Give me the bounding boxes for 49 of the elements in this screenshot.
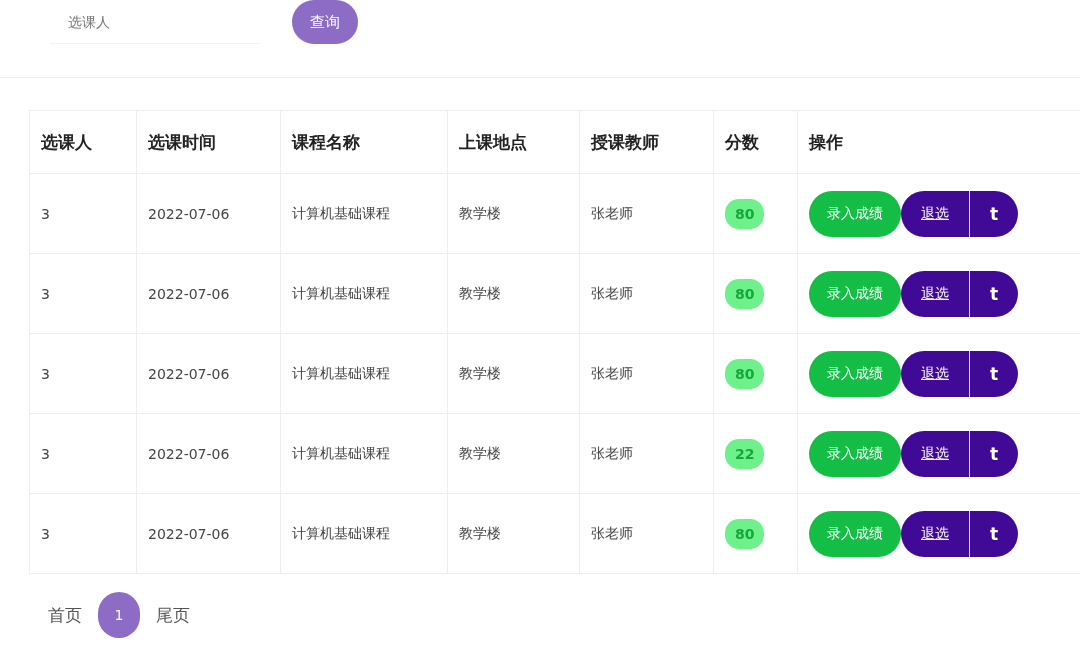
table-cell: 计算机基础课程: [280, 333, 448, 414]
table-cell: 2022-07-06: [136, 253, 281, 334]
score-badge: 80: [725, 278, 765, 309]
table-cell: 教学楼: [447, 173, 580, 254]
table-cell: 张老师: [579, 333, 714, 414]
score-badge: 22: [725, 438, 765, 469]
table-cell: 张老师: [579, 173, 714, 254]
t-button[interactable]: t: [969, 270, 1019, 317]
table-cell: 2022-07-06: [136, 333, 281, 414]
column-header: 选课人: [29, 110, 137, 174]
table-cell: 3: [29, 413, 137, 494]
table-cell: 计算机基础课程: [280, 253, 448, 334]
drop-course-button[interactable]: 退选: [901, 350, 969, 397]
column-header: 操作: [797, 110, 1080, 174]
table-cell: 张老师: [579, 413, 714, 494]
t-button[interactable]: t: [969, 430, 1019, 477]
score-badge: 80: [725, 198, 765, 229]
t-button[interactable]: t: [969, 350, 1019, 397]
column-header: 授课教师: [579, 110, 714, 174]
score-badge: 80: [725, 518, 765, 549]
drop-course-button[interactable]: 退选: [901, 510, 969, 557]
table-cell: 张老师: [579, 493, 714, 574]
search-button[interactable]: 查询: [292, 0, 358, 44]
column-header: 上课地点: [447, 110, 580, 174]
table-cell: 3: [29, 253, 137, 334]
column-header: 分数: [713, 110, 798, 174]
column-header: 选课时间: [136, 110, 281, 174]
table-cell: 2022-07-06: [136, 493, 281, 574]
table-cell: 3: [29, 493, 137, 574]
table-cell: 教学楼: [447, 333, 580, 414]
table-cell: 张老师: [579, 253, 714, 334]
t-button[interactable]: t: [969, 510, 1019, 557]
table-cell: 3: [29, 333, 137, 414]
table-cell: 计算机基础课程: [280, 413, 448, 494]
score-badge: 80: [725, 358, 765, 389]
page-button[interactable]: 1: [98, 592, 140, 638]
column-header: 课程名称: [280, 110, 448, 174]
table-cell: 教学楼: [447, 253, 580, 334]
drop-course-button[interactable]: 退选: [901, 430, 969, 477]
table-cell: 2022-07-06: [136, 173, 281, 254]
table-cell: 2022-07-06: [136, 413, 281, 494]
table-cell: 教学楼: [447, 493, 580, 574]
table-cell: 3: [29, 173, 137, 254]
table-cell: 计算机基础课程: [280, 173, 448, 254]
drop-course-button[interactable]: 退选: [901, 270, 969, 317]
drop-course-button[interactable]: 退选: [901, 190, 969, 237]
table-cell: 教学楼: [447, 413, 580, 494]
t-button[interactable]: t: [969, 190, 1019, 237]
table-cell: 计算机基础课程: [280, 493, 448, 574]
